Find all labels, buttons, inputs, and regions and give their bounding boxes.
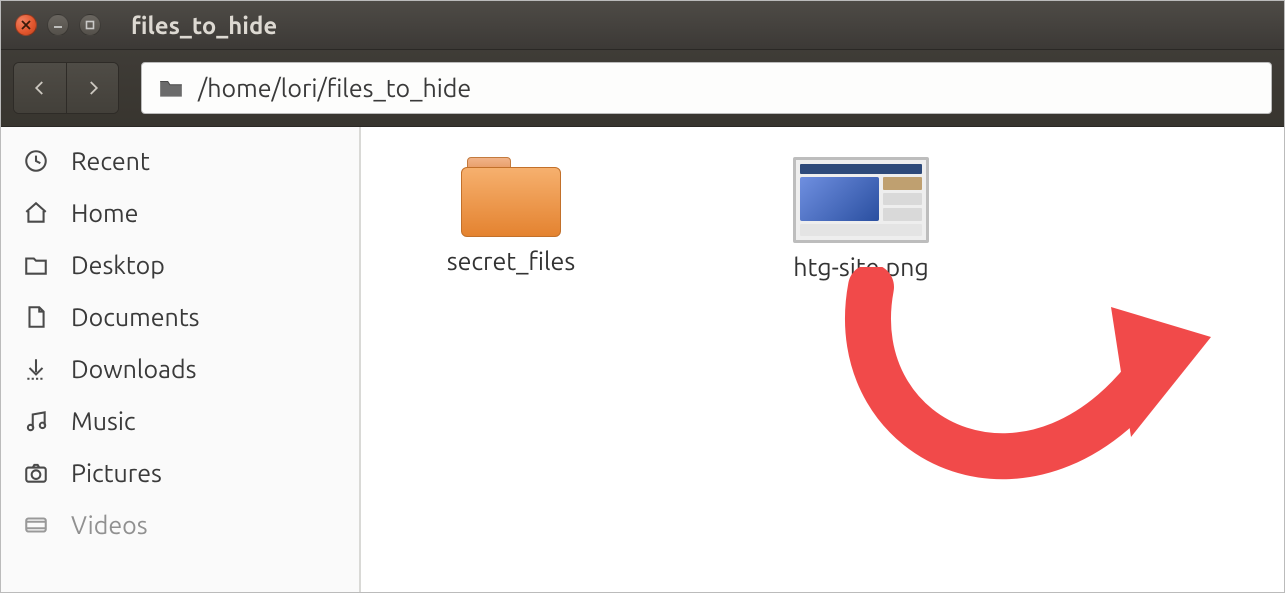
image-thumbnail-icon [793, 157, 929, 243]
home-icon [21, 200, 51, 226]
music-icon [21, 408, 51, 434]
sidebar-item-label: Pictures [71, 459, 162, 487]
sidebar-item-label: Documents [71, 303, 200, 331]
sidebar-item-label: Videos [71, 511, 148, 539]
download-icon [21, 356, 51, 382]
video-icon [21, 512, 51, 538]
sidebar-item-recent[interactable]: Recent [1, 135, 359, 187]
nav-buttons [13, 62, 119, 114]
toolbar: /home/lori/files_to_hide [1, 49, 1284, 127]
sidebar-item-documents[interactable]: Documents [1, 291, 359, 343]
sidebar: Recent Home Desktop Documents [1, 127, 361, 592]
sidebar-item-label: Home [71, 199, 138, 227]
back-button[interactable] [14, 63, 66, 113]
sidebar-item-label: Recent [71, 147, 150, 175]
sidebar-item-music[interactable]: Music [1, 395, 359, 447]
path-bar[interactable]: /home/lori/files_to_hide [141, 62, 1272, 114]
annotation-arrow-icon [781, 267, 1221, 547]
forward-button[interactable] [66, 63, 118, 113]
file-label: secret_files [447, 247, 575, 275]
camera-icon [21, 460, 51, 486]
titlebar: files_to_hide [1, 1, 1284, 49]
sidebar-item-label: Downloads [71, 355, 196, 383]
sidebar-item-downloads[interactable]: Downloads [1, 343, 359, 395]
sidebar-item-pictures[interactable]: Pictures [1, 447, 359, 499]
file-manager-window: files_to_hide /home/lori/files_to_hide [0, 0, 1285, 593]
folder-icon [158, 77, 184, 99]
minimize-icon [53, 20, 63, 30]
window-maximize-button[interactable] [79, 14, 101, 36]
window-title: files_to_hide [131, 12, 277, 39]
window-body: Recent Home Desktop Documents [1, 127, 1284, 592]
maximize-icon [85, 20, 95, 30]
close-icon [21, 20, 31, 30]
sidebar-item-home[interactable]: Home [1, 187, 359, 239]
document-icon [21, 304, 51, 330]
path-text: /home/lori/files_to_hide [198, 74, 471, 102]
file-item-image[interactable]: htg-site.png [771, 157, 951, 281]
file-label: htg-site.png [793, 253, 929, 281]
content-area[interactable]: secret_files htg-site.png [361, 127, 1284, 592]
sidebar-item-desktop[interactable]: Desktop [1, 239, 359, 291]
folder-icon [461, 157, 561, 237]
chevron-left-icon [31, 79, 49, 97]
chevron-right-icon [84, 79, 102, 97]
sidebar-item-label: Music [71, 407, 136, 435]
desktop-folder-icon [21, 252, 51, 278]
sidebar-item-videos[interactable]: Videos [1, 499, 359, 551]
clock-icon [21, 148, 51, 174]
window-minimize-button[interactable] [47, 14, 69, 36]
window-close-button[interactable] [15, 14, 37, 36]
sidebar-item-label: Desktop [71, 251, 165, 279]
file-item-folder[interactable]: secret_files [421, 157, 601, 275]
